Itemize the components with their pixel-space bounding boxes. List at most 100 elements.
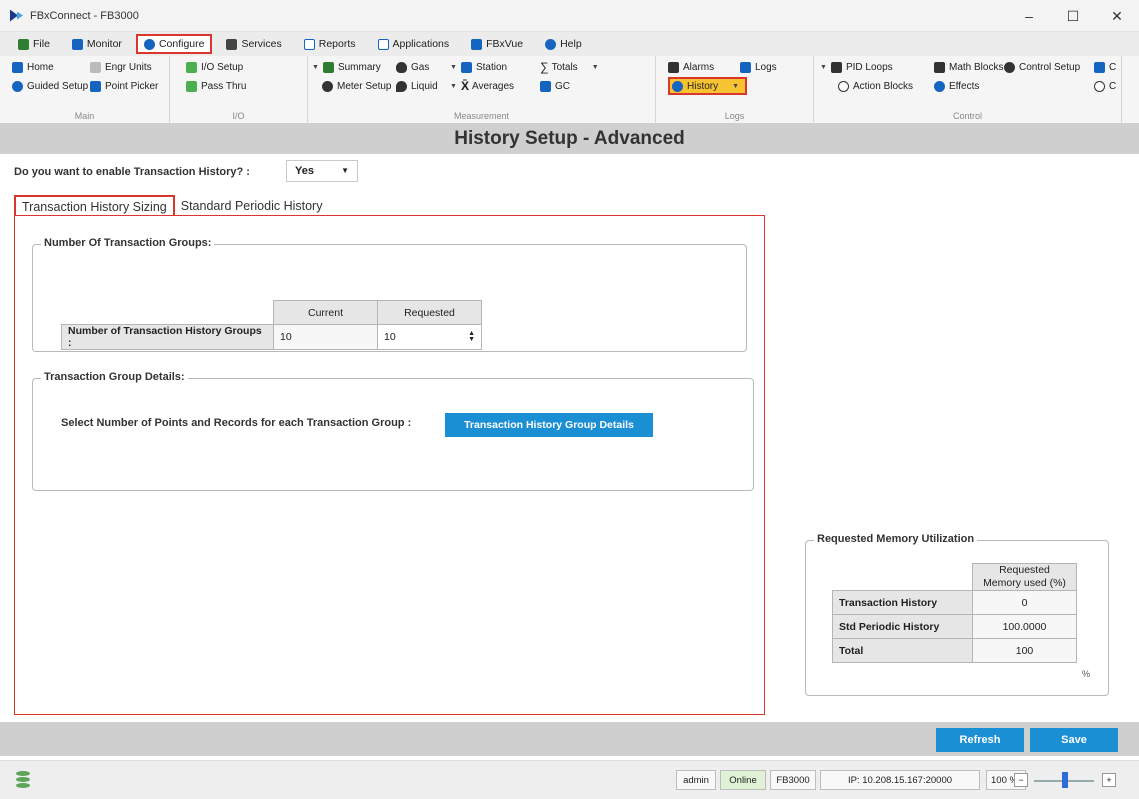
window-title: FBxConnect - FB3000 (30, 9, 139, 22)
menu-applications[interactable]: Applications (370, 34, 458, 54)
ribbon-group-main: Home Guided Setup Engr Units Point Picke… (0, 56, 170, 124)
column-header-current: Current (273, 300, 378, 325)
menu-file-label: File (33, 38, 50, 50)
averages-label: Averages (471, 80, 515, 92)
liquid-label: Liquid (411, 80, 438, 92)
menu-help[interactable]: Help (537, 34, 590, 54)
maximize-button[interactable]: ☐ (1051, 0, 1095, 32)
summary-button[interactable]: ▼ Summary (312, 59, 381, 75)
menu-file[interactable]: File (10, 34, 58, 54)
pass-thru-button[interactable]: Pass Thru (186, 78, 246, 94)
action-blocks-label: Action Blocks (853, 80, 914, 92)
math-blocks-button[interactable]: Math Blocks (934, 59, 1003, 75)
tab-transaction-history-sizing[interactable]: Transaction History Sizing (14, 195, 175, 217)
point-picker-button[interactable]: Point Picker (90, 78, 158, 94)
ribbon-overflow-item-1[interactable]: C (1094, 59, 1116, 75)
history-icon (672, 80, 683, 92)
math-blocks-icon (934, 61, 945, 73)
math-blocks-label: Math Blocks (949, 61, 1004, 73)
ribbon-group-io: I/O Setup Pass Thru I/O (170, 56, 308, 124)
action-blocks-icon (838, 80, 849, 92)
requested-groups-stepper[interactable]: 10 ▲ ▼ (377, 324, 482, 350)
save-button[interactable]: Save (1030, 728, 1118, 752)
home-button[interactable]: Home (12, 59, 54, 75)
zoom-slider-thumb[interactable] (1062, 772, 1068, 788)
control-setup-button[interactable]: Control Setup (1004, 59, 1080, 75)
effects-icon (934, 80, 945, 92)
menu-monitor-label: Monitor (86, 38, 122, 50)
total-memory-value: 100 (972, 638, 1077, 663)
dropdown-caret-icon: ▼ (820, 63, 827, 71)
overflow-1-label: C (1109, 61, 1117, 73)
meter-setup-button[interactable]: Meter Setup (322, 78, 391, 94)
guided-setup-button[interactable]: Guided Setup (12, 78, 88, 94)
guided-setup-icon (12, 80, 23, 92)
tab-panel: Number Of Transaction Groups: Current Re… (14, 215, 765, 715)
gas-button[interactable]: Gas (396, 59, 429, 75)
tab-strip: Transaction History Sizing Standard Peri… (14, 195, 328, 217)
percent-unit-label: % (1082, 669, 1091, 679)
zoom-out-button[interactable]: − (1014, 773, 1028, 787)
table-row: Transaction History 0 (832, 590, 1077, 615)
station-button[interactable]: ▼ Station (450, 59, 507, 75)
zoom-in-button[interactable]: + (1102, 773, 1116, 787)
engr-units-label: Engr Units (105, 61, 152, 73)
ribbon-group-logs: Alarms History ▼ Logs Logs (656, 56, 814, 124)
pid-loops-button[interactable]: ▼ PID Loops (820, 59, 893, 75)
overflow-icon (1094, 80, 1105, 92)
menu-reports[interactable]: Reports (296, 34, 364, 54)
menu-configure-label: Configure (158, 38, 205, 50)
menu-applications-label: Applications (392, 38, 450, 50)
transaction-history-group-details-button[interactable]: Transaction History Group Details (445, 413, 653, 437)
row-label-std-periodic-history: Std Periodic History (832, 614, 973, 639)
requested-groups-value: 10 (384, 331, 396, 343)
logs-button[interactable]: Logs (740, 59, 777, 75)
menu-configure[interactable]: Configure (135, 34, 213, 54)
row-label-total: Total (832, 638, 973, 663)
ribbon-overflow-item-2[interactable]: C (1094, 78, 1116, 94)
memory-utilization-box: Requested Memory Utilization Requested M… (805, 533, 1109, 696)
alarms-icon (668, 61, 679, 73)
io-setup-label: I/O Setup (201, 61, 244, 73)
menu-services[interactable]: Services (218, 34, 289, 54)
effects-button[interactable]: Effects (934, 78, 979, 94)
check-icon (186, 61, 197, 73)
menu-bar: File Monitor Configure Services Reports … (0, 32, 1139, 56)
transaction-history-memory-value: 0 (972, 590, 1077, 615)
spin-arrows-icon[interactable]: ▲ ▼ (468, 330, 475, 343)
io-setup-button[interactable]: I/O Setup (186, 59, 243, 75)
row-label-transaction-history: Transaction History (832, 590, 973, 615)
summary-label: Summary (337, 61, 381, 73)
transaction-groups-legend: Number Of Transaction Groups: (41, 237, 215, 249)
ribbon-group-control: ▼ PID Loops Action Blocks Math Blocks Eff… (814, 56, 1122, 124)
ribbon-io-label: I/O (232, 111, 245, 121)
minimize-button[interactable]: – (1007, 0, 1051, 32)
menu-monitor[interactable]: Monitor (64, 34, 130, 54)
enable-select-value: Yes (295, 165, 314, 177)
refresh-button[interactable]: Refresh (936, 728, 1024, 752)
applications-icon (377, 38, 389, 50)
configure-icon (143, 38, 155, 50)
liquid-button[interactable]: Liquid (396, 78, 438, 94)
home-label: Home (27, 61, 54, 73)
station-icon (460, 61, 472, 73)
gc-icon (540, 80, 551, 92)
dropdown-caret-icon: ▼ (450, 82, 457, 90)
history-label: History (687, 80, 719, 92)
alarms-button[interactable]: Alarms (668, 59, 714, 75)
transaction-groups-box: Number Of Transaction Groups: Current Re… (32, 237, 747, 352)
table-row: Total 100 (832, 638, 1077, 663)
averages-button[interactable]: ▼ X̄ Averages (450, 78, 514, 94)
action-blocks-button[interactable]: Action Blocks (838, 78, 913, 94)
table-header-blank (833, 564, 973, 591)
history-button[interactable]: History ▼ (668, 77, 748, 95)
tab-standard-periodic-history[interactable]: Standard Periodic History (175, 195, 329, 217)
enable-transaction-history-select[interactable]: Yes ▼ (286, 160, 358, 182)
menu-fbxvue[interactable]: FBxVue (463, 34, 531, 54)
close-button[interactable]: ✕ (1095, 0, 1139, 32)
pid-loops-label: PID Loops (845, 61, 893, 73)
status-ip-address: IP: 10.208.15.167:20000 (820, 770, 980, 790)
gc-button[interactable]: GC (540, 78, 570, 94)
engr-units-button[interactable]: Engr Units (90, 59, 152, 75)
totals-button[interactable]: ∑ Totals ▼ (540, 59, 599, 75)
